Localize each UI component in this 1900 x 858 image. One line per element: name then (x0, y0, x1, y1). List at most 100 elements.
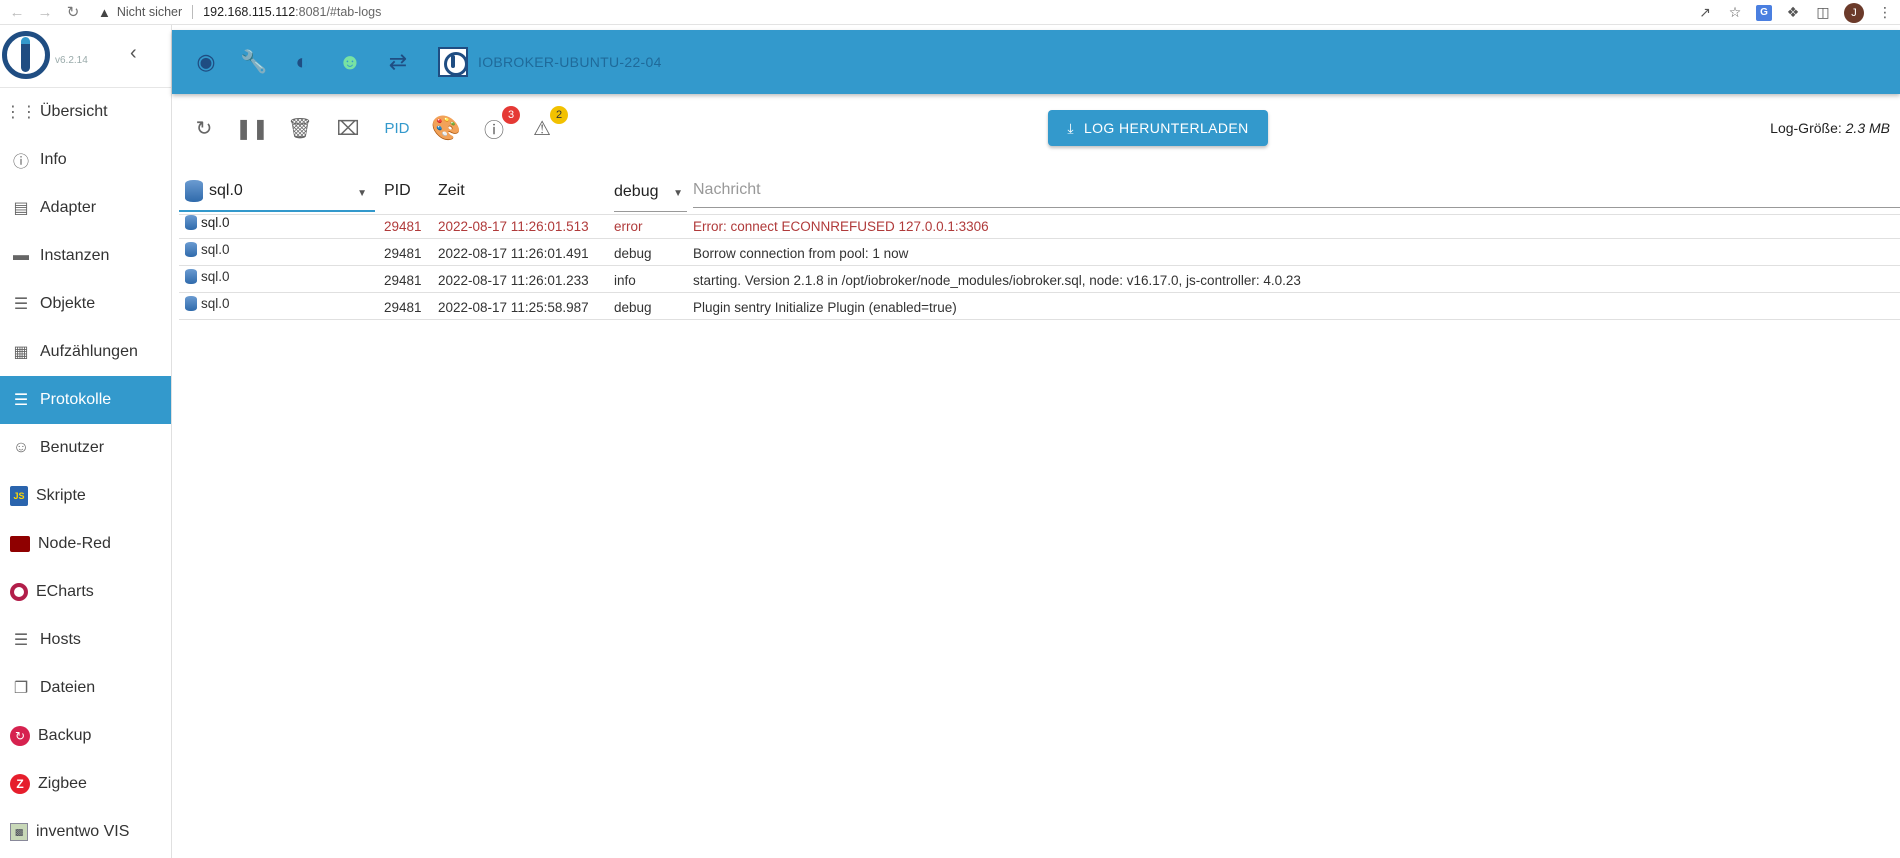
refresh-icon[interactable]: ↻ (188, 112, 220, 144)
share-icon[interactable]: ↗ (1696, 4, 1714, 22)
sidebar-item-protokolle[interactable]: ☰ Protokolle (0, 376, 171, 424)
sidebar-item-benutzer[interactable]: ☺ Benutzer (0, 424, 171, 472)
sidebar-item-label: Objekte (40, 295, 96, 312)
log-pid: 29481 (384, 219, 422, 234)
sidebar-item-label: Skripte (36, 487, 86, 504)
sidebar-item-uebersicht[interactable]: ⋮⋮ Übersicht (0, 88, 171, 136)
source-filter-value: sql.0 (209, 182, 243, 199)
profile-avatar[interactable]: J (1844, 2, 1864, 23)
restart-icon[interactable]: ⇄ (384, 48, 412, 76)
log-level: info (614, 273, 636, 288)
warning-icon: ▲ (98, 4, 111, 20)
error-count-badge: 3 (502, 106, 520, 124)
browser-toolbar: ← → ↻ ▲ Nicht sicher 192.168.115.112 :80… (0, 0, 1900, 25)
pid-toggle-button[interactable]: PID (380, 112, 414, 144)
sidebar-item-zigbee[interactable]: Z Zigbee (0, 760, 171, 808)
wrench-icon[interactable]: 🔧 (240, 48, 268, 76)
sidebar-item-aufzaehlungen[interactable]: ▦ Aufzählungen (0, 328, 171, 376)
translate-icon[interactable]: G (1756, 4, 1772, 21)
sidebar-item-label: Backup (38, 727, 92, 744)
zigbee-icon: Z (10, 774, 30, 794)
sidebar-item-adapter[interactable]: ▤ Adapter (0, 184, 171, 232)
source-filter-select[interactable]: sql.0 ▼ (179, 172, 375, 212)
enum-icon: ▦ (13, 344, 29, 361)
collapse-sidebar-icon[interactable]: ‹ (130, 42, 137, 65)
log-message: starting. Version 2.1.8 in /opt/iobroker… (693, 273, 1301, 288)
sidebar-item-label: Dateien (40, 679, 96, 696)
forward-icon[interactable]: → (34, 1, 56, 23)
delete-log-file-icon[interactable]: ⌧ (332, 112, 364, 144)
log-level: debug (614, 246, 652, 261)
echarts-icon (10, 583, 28, 601)
iobroker-logo-icon[interactable] (2, 31, 50, 79)
sidebar: v6.2.14 ‹ ⋮⋮ Übersicht ⓘ Info ▤ Adapter … (0, 25, 172, 858)
log-pid: 29481 (384, 246, 422, 261)
sidebar-item-label: Benutzer (40, 439, 105, 456)
sidebar-menu: ⋮⋮ Übersicht ⓘ Info ▤ Adapter ▬ Instanze… (0, 88, 171, 856)
error-filter-button[interactable]: ⓘ 3 (478, 106, 520, 144)
log-source-label: sql.0 (201, 269, 230, 284)
warning-filter-button[interactable]: ⚠ 2 (526, 106, 568, 144)
column-header-time: Zeit (438, 182, 465, 199)
log-time: 2022-08-17 11:26:01.491 (438, 246, 589, 261)
sidebar-item-echarts[interactable]: ECharts (0, 568, 171, 616)
insecure-label: Nicht sicher (116, 5, 183, 19)
sidebar-item-info[interactable]: ⓘ Info (0, 136, 171, 184)
sidebar-item-skripte[interactable]: JS Skripte (0, 472, 171, 520)
sidebar-item-objekte[interactable]: ☰ Objekte (0, 280, 171, 328)
log-level: error (614, 219, 643, 234)
log-source-label: sql.0 (201, 242, 230, 257)
log-time: 2022-08-17 11:26:01.513 (438, 219, 589, 234)
reload-icon[interactable]: ↻ (62, 1, 84, 23)
sidebar-item-node-red[interactable]: Node-Red (0, 520, 171, 568)
database-icon (185, 180, 203, 202)
inventwo-icon: ▩ (10, 823, 28, 841)
theme-toggle-icon[interactable]: ◐ (288, 48, 316, 76)
list-icon: ☰ (13, 296, 29, 313)
log-pid: 29481 (384, 273, 422, 288)
dropdown-arrow-icon: ▼ (357, 188, 367, 199)
table-row: sql.0 29481 2022-08-17 11:25:58.987 debu… (179, 293, 1900, 320)
address-bar[interactable]: ▲ Nicht sicher 192.168.115.112 :8081/#ta… (98, 1, 381, 23)
column-header-pid: PID (384, 182, 411, 199)
palette-icon[interactable]: 🎨 (430, 112, 462, 144)
user-icon: ☺ (12, 439, 30, 456)
back-icon[interactable]: ← (6, 1, 28, 23)
node-red-icon (10, 536, 30, 552)
log-source-label: sql.0 (201, 296, 230, 311)
sidebar-item-label: Hosts (40, 631, 81, 648)
host-name: IOBROKER-UBUNTU-22-04 (478, 54, 662, 70)
message-filter-input[interactable]: Nachricht (693, 172, 1900, 208)
sidebar-item-inventwo-vis[interactable]: ▩ inventwo VIS (0, 808, 171, 856)
sidebar-item-dateien[interactable]: ❐ Dateien (0, 664, 171, 712)
log-time: 2022-08-17 11:25:58.987 (438, 300, 589, 315)
delete-icon[interactable]: 🗑 (284, 112, 316, 144)
log-pid: 29481 (384, 300, 422, 315)
eye-icon[interactable]: ◉ (192, 48, 220, 76)
sidebar-item-hosts[interactable]: ☰ Hosts (0, 616, 171, 664)
log-source: sql.0 (185, 215, 230, 230)
extensions-icon[interactable]: ❖ (1784, 4, 1802, 22)
log-message: Borrow connection from pool: 1 now (693, 246, 909, 261)
host-logo-icon (438, 47, 468, 77)
expert-mode-icon[interactable]: ☻ (336, 48, 364, 76)
log-size-value: 2.3 MB (1845, 120, 1890, 136)
more-menu-icon[interactable]: ⋮ (1876, 4, 1894, 22)
database-icon (185, 269, 197, 284)
pause-icon[interactable]: ❚❚ (235, 112, 269, 144)
javascript-icon: JS (10, 486, 28, 506)
sidebar-item-backup[interactable]: ↻ Backup (0, 712, 171, 760)
files-icon: ❐ (13, 680, 29, 697)
logo-area: v6.2.14 ‹ (0, 25, 171, 88)
download-log-button[interactable]: ⤓ LOG HERUNTERLADEN (1048, 110, 1268, 146)
info-icon: ⓘ (12, 154, 29, 171)
level-filter-select[interactable]: debug ▼ (614, 172, 687, 212)
level-filter-value: debug (614, 182, 659, 200)
error-icon: ⓘ (484, 119, 504, 142)
bookmark-star-icon[interactable]: ☆ (1726, 4, 1744, 22)
sidebar-item-label: Übersicht (40, 103, 108, 120)
sidebar-item-label: inventwo VIS (36, 823, 130, 840)
sidebar-item-instanzen[interactable]: ▬ Instanzen (0, 232, 171, 280)
side-panel-icon[interactable]: ◫ (1814, 4, 1832, 22)
log-toolbar: ↻ ❚❚ 🗑 ⌧ PID 🎨 ⓘ 3 ⚠ 2 ⤓ LOG HERUNTERLAD… (172, 104, 1900, 152)
